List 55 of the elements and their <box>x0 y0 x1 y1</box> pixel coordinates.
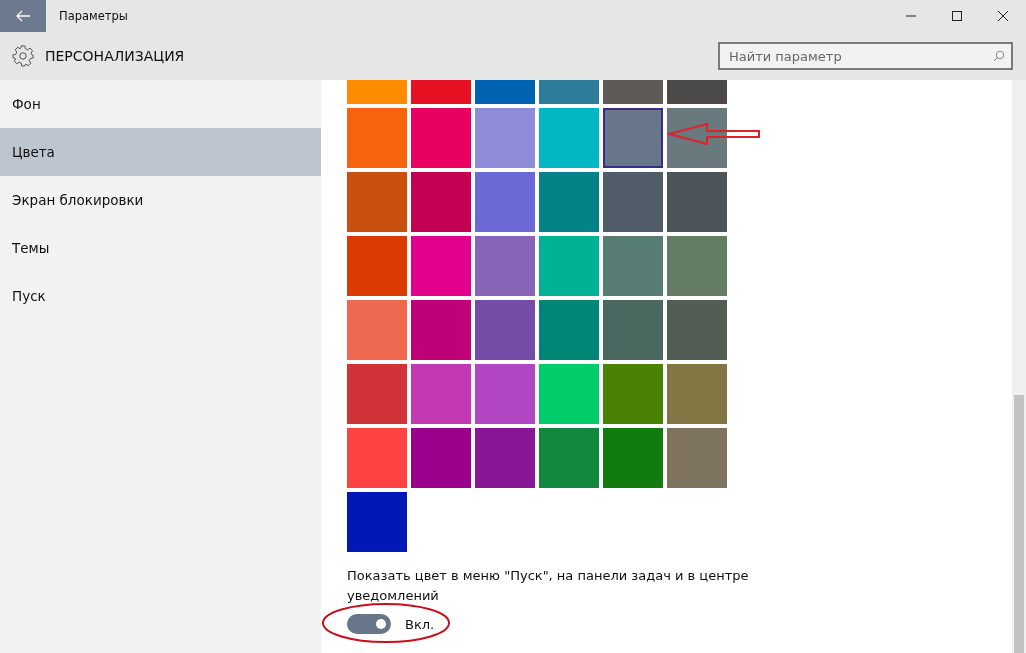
color-swatch[interactable] <box>667 364 727 424</box>
color-swatch[interactable] <box>603 300 663 360</box>
back-button[interactable] <box>0 0 46 32</box>
color-swatch[interactable] <box>347 300 407 360</box>
color-swatch[interactable] <box>475 236 535 296</box>
color-swatch[interactable] <box>347 364 407 424</box>
color-swatch[interactable] <box>603 364 663 424</box>
search-icon <box>993 50 1005 62</box>
color-swatch[interactable] <box>539 236 599 296</box>
color-swatch[interactable] <box>603 108 663 168</box>
color-swatch[interactable] <box>411 364 471 424</box>
color-swatch[interactable] <box>411 236 471 296</box>
section-title: ПЕРСОНАЛИЗАЦИЯ <box>45 48 185 64</box>
sidebar-item[interactable]: Фон <box>0 80 321 128</box>
color-swatch[interactable] <box>347 236 407 296</box>
toggle-state-text: Вкл. <box>405 616 435 632</box>
settings-icon <box>12 45 34 67</box>
color-swatch[interactable] <box>603 236 663 296</box>
color-swatch[interactable] <box>603 172 663 232</box>
color-swatch[interactable] <box>347 172 407 232</box>
toggle-switch[interactable] <box>347 614 391 634</box>
close-icon <box>997 10 1009 22</box>
color-swatch[interactable] <box>667 428 727 488</box>
color-swatch[interactable] <box>667 108 727 168</box>
sidebar-item[interactable]: Пуск <box>0 272 321 320</box>
color-swatch[interactable] <box>411 108 471 168</box>
color-swatch[interactable] <box>411 172 471 232</box>
back-arrow-icon <box>16 10 30 22</box>
sidebar-item[interactable]: Темы <box>0 224 321 272</box>
maximize-icon <box>951 10 963 22</box>
window-title: Параметры <box>59 9 128 23</box>
color-swatch[interactable] <box>539 172 599 232</box>
color-swatch[interactable] <box>539 428 599 488</box>
color-swatch[interactable] <box>539 364 599 424</box>
color-swatch[interactable] <box>347 492 407 552</box>
color-swatch[interactable] <box>347 428 407 488</box>
color-swatch[interactable] <box>411 300 471 360</box>
color-swatch[interactable] <box>539 300 599 360</box>
color-swatch[interactable] <box>667 236 727 296</box>
sidebar-item[interactable]: Экран блокировки <box>0 176 321 224</box>
toggle-label: Показать цвет в меню "Пуск", на панели задач и в центре уведомлений <box>347 567 750 605</box>
color-swatch[interactable] <box>475 428 535 488</box>
color-swatch[interactable] <box>411 428 471 488</box>
color-swatch[interactable] <box>667 172 727 232</box>
color-swatch[interactable] <box>667 300 727 360</box>
scrollbar[interactable] <box>1012 80 1026 653</box>
color-swatch[interactable] <box>347 108 407 168</box>
sidebar-item[interactable]: Цвета <box>0 128 321 176</box>
color-swatch[interactable] <box>475 172 535 232</box>
color-swatch[interactable] <box>475 300 535 360</box>
color-swatch[interactable] <box>603 428 663 488</box>
color-swatch[interactable] <box>475 108 535 168</box>
color-swatch[interactable] <box>539 108 599 168</box>
search-field[interactable]: Найти параметр <box>718 42 1013 70</box>
color-swatch[interactable] <box>475 364 535 424</box>
